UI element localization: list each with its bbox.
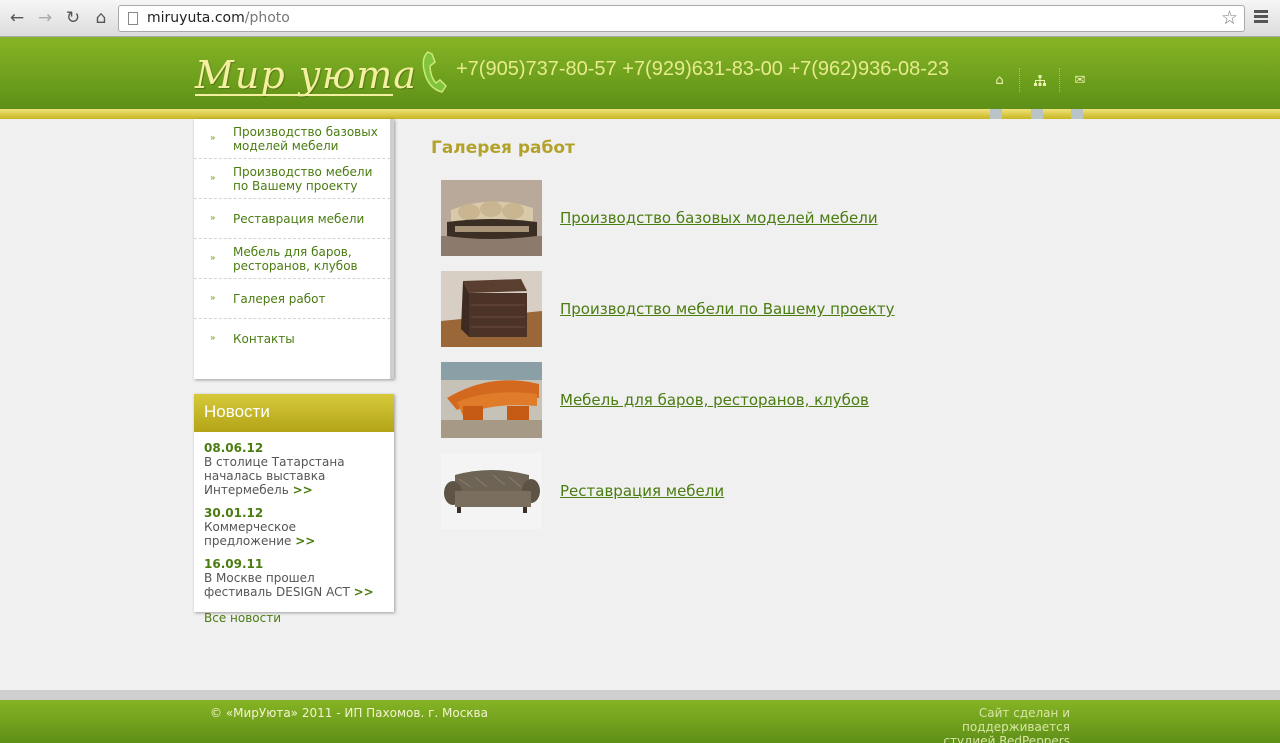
sofa-thumbnail[interactable] <box>441 180 542 256</box>
forward-arrow-icon[interactable]: → <box>33 6 57 30</box>
news-more-link[interactable]: >> <box>295 534 315 548</box>
gallery-link-custom-project[interactable]: Производство мебели по Вашему проекту <box>560 300 895 318</box>
credit-line-2: студией RedPeppers <box>943 734 1070 743</box>
news-item: 30.01.12 Коммерческое предложение >> <box>204 506 384 548</box>
mail-icon[interactable]: ✉ <box>1060 68 1100 92</box>
all-news-link[interactable]: Все новости <box>204 611 384 625</box>
browser-toolbar: ← → ↻ ⌂ miruyuta.com/photo ☆ <box>0 0 1280 37</box>
restored-sofa-thumbnail[interactable] <box>441 453 542 529</box>
news-text: Коммерческое предложение <box>204 520 297 548</box>
gallery-item: Производство мебели по Вашему проекту <box>441 271 895 347</box>
bullet-icon: » <box>210 293 216 303</box>
phone-icon <box>422 51 447 93</box>
page-icon <box>128 12 138 25</box>
sidebar-menu: » Производство базовых моделей мебели » … <box>194 119 394 379</box>
bookmark-star-icon[interactable]: ☆ <box>1221 7 1238 29</box>
home-icon[interactable]: ⌂ <box>89 6 113 30</box>
reload-icon[interactable]: ↻ <box>61 6 85 30</box>
url-path: /photo <box>244 10 290 26</box>
bullet-icon: » <box>210 173 216 183</box>
header-notch <box>1071 109 1083 119</box>
credit-line-1: Сайт сделан и поддерживается <box>961 706 1070 734</box>
news-more-link[interactable]: >> <box>293 483 313 497</box>
gallery-link-bars-restaurants[interactable]: Мебель для баров, ресторанов, клубов <box>560 391 869 409</box>
sitemap-icon[interactable] <box>1020 68 1060 92</box>
gallery-link-restoration[interactable]: Реставрация мебели <box>560 482 724 500</box>
url-host: miruyuta.com <box>147 10 245 26</box>
menu-item-basic-models[interactable]: » Производство базовых моделей мебели <box>194 119 390 159</box>
copyright-text: © «МирУюта» 2011 - ИП Пахомов. г. Москва <box>210 706 488 720</box>
site-logo[interactable]: Мир уюта <box>195 53 417 97</box>
menu-item-gallery[interactable]: » Галерея работ <box>194 279 390 319</box>
page-title: Галерея работ <box>431 138 575 158</box>
browser-menu-icon[interactable] <box>1254 10 1268 25</box>
menu-item-label[interactable]: Производство мебели по Вашему проекту <box>233 165 390 193</box>
bullet-icon: » <box>210 133 216 143</box>
address-bar[interactable]: miruyuta.com/photo ☆ <box>118 5 1245 32</box>
news-panel: Новости 08.06.12 В столице Татарстана на… <box>194 394 394 625</box>
header-gold-stripe <box>0 109 1280 119</box>
logo-underline <box>195 94 393 96</box>
news-more-link[interactable]: >> <box>354 585 374 599</box>
gallery-item: Реставрация мебели <box>441 453 891 529</box>
gallery-item: Производство базовых моделей мебели <box>441 180 891 256</box>
bullet-icon: » <box>210 253 216 263</box>
url-text[interactable]: miruyuta.com/photo <box>147 10 290 26</box>
news-date: 30.01.12 <box>204 506 264 520</box>
back-arrow-icon[interactable]: ← <box>5 6 29 30</box>
news-text: В Москве прошел фестиваль DESIGN ACT <box>204 571 350 599</box>
gallery-item: Мебель для баров, ресторанов, клубов <box>441 362 891 438</box>
bar-sofa-thumbnail[interactable] <box>441 362 542 438</box>
menu-item-label[interactable]: Производство базовых моделей мебели <box>233 125 390 153</box>
sitemap-glyph <box>1033 74 1046 86</box>
news-title: Новости <box>194 394 394 432</box>
bullet-icon: » <box>210 213 216 223</box>
header-icons: ⌂ ✉ <box>980 68 1100 92</box>
menu-item-contacts[interactable]: » Контакты <box>194 319 390 359</box>
menu-item-restoration[interactable]: » Реставрация мебели <box>194 199 390 239</box>
credit-text[interactable]: Сайт сделан и поддерживается студией Red… <box>870 706 1070 743</box>
bullet-icon: » <box>210 333 216 344</box>
news-date: 08.06.12 <box>204 441 264 455</box>
header-notch <box>1031 109 1043 119</box>
news-date: 16.09.11 <box>204 557 264 571</box>
news-text: В столице Татарстана началась выставка И… <box>204 455 345 497</box>
news-item: 16.09.11 В Москве прошел фестиваль DESIG… <box>204 557 384 599</box>
menu-item-label[interactable]: Реставрация мебели <box>233 212 364 226</box>
phone-numbers: +7(905)737-80-57 +7(929)631-83-00 +7(962… <box>456 58 950 80</box>
menu-item-label[interactable]: Контакты <box>233 332 295 346</box>
footer-divider <box>0 690 1280 700</box>
menu-item-custom-project[interactable]: » Производство мебели по Вашему проекту <box>194 159 390 199</box>
header-notch <box>990 109 1002 119</box>
menu-item-label[interactable]: Мебель для баров, ресторанов, клубов <box>233 245 390 273</box>
gallery-link-basic-models[interactable]: Производство базовых моделей мебели <box>560 209 878 227</box>
menu-item-label[interactable]: Галерея работ <box>233 292 325 306</box>
news-item: 08.06.12 В столице Татарстана началась в… <box>204 441 384 497</box>
menu-item-bars-restaurants[interactable]: » Мебель для баров, ресторанов, клубов <box>194 239 390 279</box>
site-footer <box>0 700 1280 743</box>
home-icon[interactable]: ⌂ <box>980 68 1020 92</box>
pouf-thumbnail[interactable] <box>441 271 542 347</box>
